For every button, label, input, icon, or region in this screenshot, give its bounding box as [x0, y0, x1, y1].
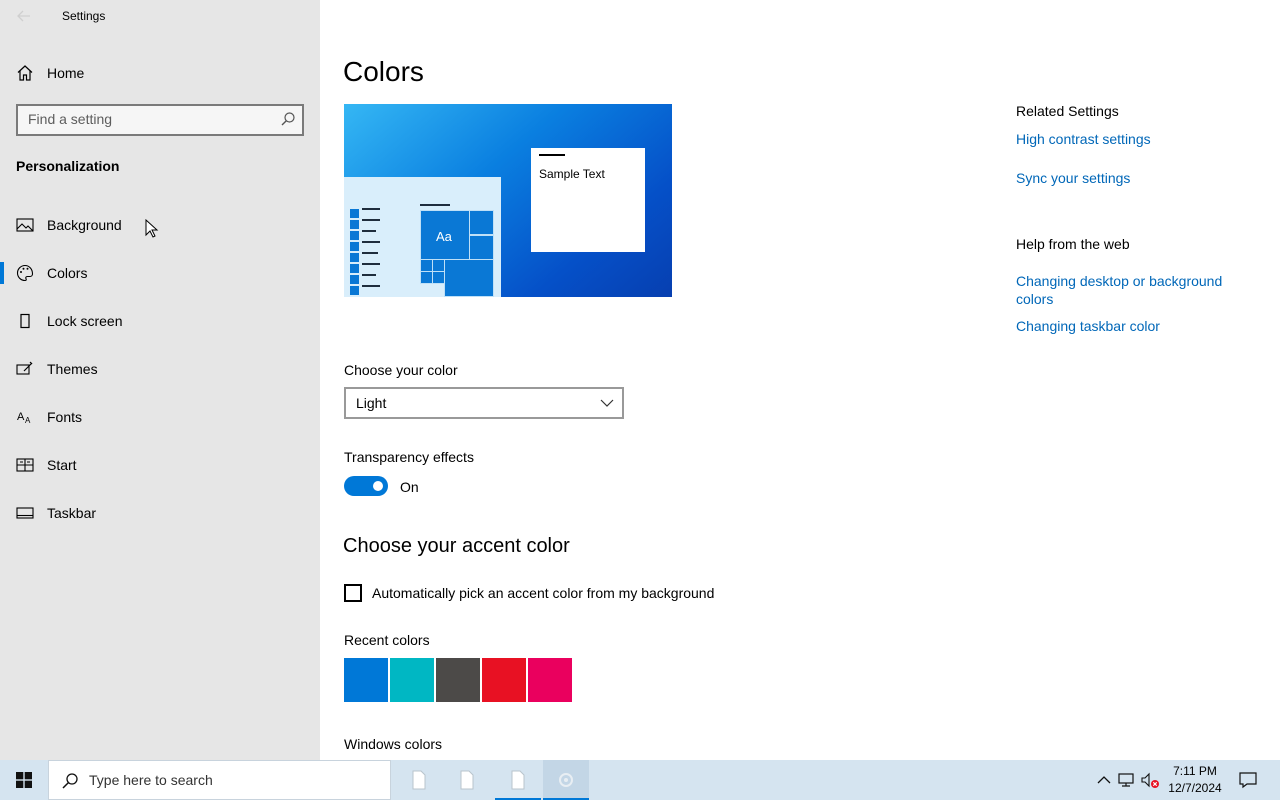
sidebar-item-lock-screen[interactable]: Lock screen — [0, 301, 320, 341]
sidebar-item-colors[interactable]: Colors — [0, 253, 320, 293]
transparency-toggle[interactable] — [344, 476, 388, 496]
windows-logo-icon — [16, 772, 32, 788]
svg-text:A: A — [25, 416, 31, 425]
page-title: Colors — [343, 56, 424, 87]
sidebar-item-label: Background — [47, 217, 122, 233]
recent-color-swatch[interactable] — [344, 658, 388, 702]
accent-color-heading: Choose your accent color — [343, 535, 570, 557]
preview-tile: Aa — [420, 210, 470, 260]
sample-text: Sample Text — [539, 167, 605, 181]
search-icon[interactable] — [280, 111, 296, 127]
preview-start-menu: Aa — [344, 177, 501, 297]
sidebar-item-label: Lock screen — [47, 313, 123, 329]
document-icon — [509, 770, 527, 790]
taskbar-search[interactable] — [48, 760, 391, 800]
sidebar-item-label: Start — [47, 457, 77, 473]
recent-color-swatch[interactable] — [390, 658, 434, 702]
sidebar-item-taskbar[interactable]: Taskbar — [0, 493, 320, 533]
home-icon — [16, 64, 34, 82]
document-icon — [410, 770, 428, 790]
home-label: Home — [47, 65, 85, 81]
sidebar-item-label: Themes — [47, 361, 98, 377]
clock-time: 7:11 PM — [1173, 764, 1217, 778]
taskbar-clock[interactable]: 7:11 PM 12/7/2024 — [1164, 763, 1226, 797]
sidebar-item-themes[interactable]: Themes — [0, 349, 320, 389]
taskbar-search-input[interactable] — [89, 772, 369, 788]
gear-icon — [557, 770, 575, 790]
document-icon — [458, 770, 476, 790]
auto-pick-accent-checkbox[interactable] — [344, 584, 362, 602]
picture-icon — [16, 216, 34, 234]
clock-date: 12/7/2024 — [1168, 781, 1222, 795]
help-web-title: Help from the web — [1016, 236, 1130, 252]
sidebar-item-background[interactable]: Background — [0, 205, 320, 245]
chevron-down-icon — [600, 396, 614, 410]
taskbar-icon — [16, 504, 34, 522]
taskbar-color-help-link[interactable]: Changing taskbar color — [1016, 317, 1246, 335]
sync-settings-link[interactable]: Sync your settings — [1016, 169, 1246, 187]
recent-colors-label: Recent colors — [344, 632, 430, 648]
choose-color-dropdown[interactable]: Light — [344, 387, 624, 419]
find-setting-input[interactable] — [28, 111, 268, 127]
preview-sample-window: Sample Text — [531, 148, 645, 252]
back-arrow-icon[interactable] — [12, 4, 36, 28]
choose-color-label: Choose your color — [344, 362, 458, 378]
windows-colors-label: Windows colors — [344, 736, 443, 752]
sidebar-item-label: Taskbar — [47, 505, 97, 521]
color-preview: Aa Sample Text — [344, 104, 672, 297]
recent-color-swatch[interactable] — [482, 658, 526, 702]
sidebar: Settings Home Personalization Background… — [0, 0, 320, 760]
sidebar-item-label: Fonts — [47, 409, 83, 425]
selected-indicator — [0, 262, 4, 284]
lock-screen-icon — [16, 312, 34, 330]
volume-muted-icon[interactable] — [1140, 770, 1160, 790]
auto-pick-accent-label[interactable]: Automatically pick an accent color from … — [372, 585, 714, 601]
choose-color-value: Light — [356, 395, 387, 411]
transparency-state: On — [400, 479, 419, 495]
recent-color-swatch[interactable] — [436, 658, 480, 702]
svg-text:A: A — [17, 411, 25, 423]
related-settings-title: Related Settings — [1016, 103, 1119, 119]
transparency-label: Transparency effects — [344, 449, 474, 465]
window-title: Settings — [62, 9, 106, 23]
palette-icon — [16, 264, 34, 282]
mouse-cursor-icon — [145, 218, 159, 239]
themes-icon — [16, 360, 34, 378]
toggle-knob — [373, 481, 383, 491]
sidebar-item-home[interactable]: Home — [0, 58, 320, 88]
section-title: Personalization — [16, 158, 120, 174]
find-setting-search[interactable] — [16, 104, 304, 136]
search-icon — [61, 772, 79, 790]
recent-color-swatch[interactable] — [528, 658, 572, 702]
taskbar: 7:11 PM 12/7/2024 — [0, 760, 1280, 800]
sidebar-item-label: Colors — [47, 265, 88, 281]
taskbar-app-file[interactable] — [444, 760, 490, 800]
start-icon — [16, 456, 34, 474]
high-contrast-link[interactable]: High contrast settings — [1016, 130, 1246, 148]
taskbar-app-settings[interactable] — [543, 760, 589, 800]
taskbar-app-file[interactable] — [396, 760, 442, 800]
notifications-icon[interactable] — [1238, 770, 1258, 790]
sidebar-item-fonts[interactable]: AA Fonts — [0, 397, 320, 437]
desktop-background-help-link[interactable]: Changing desktop or background colors — [1016, 272, 1246, 308]
preview-tile-label: Aa — [436, 229, 452, 244]
start-button[interactable] — [0, 760, 48, 800]
sidebar-item-start[interactable]: Start — [0, 445, 320, 485]
network-icon[interactable] — [1117, 770, 1137, 790]
chevron-up-icon[interactable] — [1094, 770, 1114, 790]
fonts-icon: AA — [16, 408, 34, 426]
taskbar-app-file-open[interactable] — [495, 760, 541, 800]
